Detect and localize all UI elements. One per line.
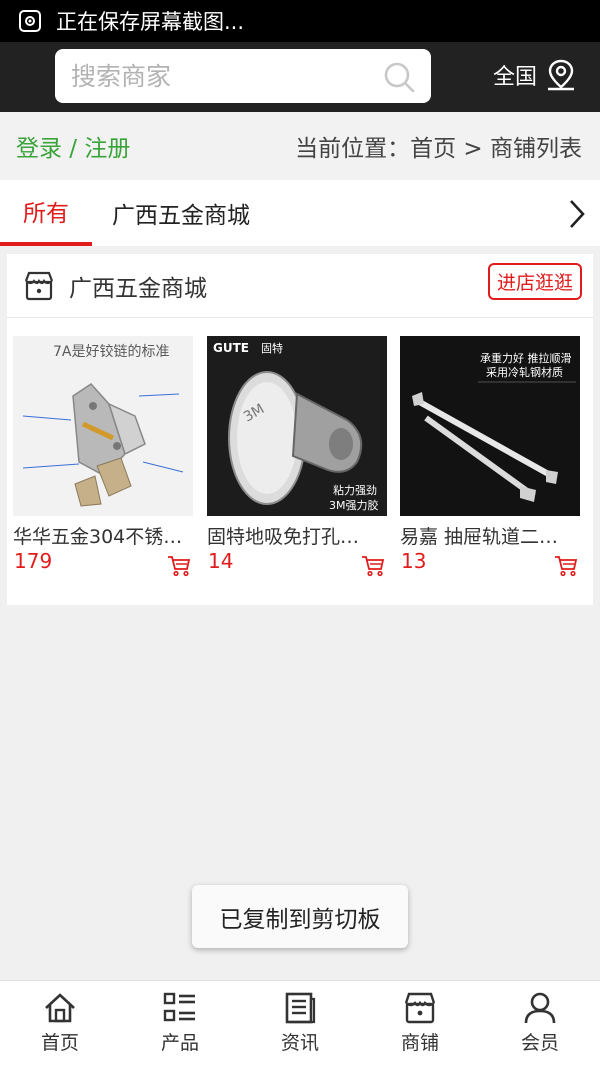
add-to-cart-icon[interactable]: [167, 555, 191, 577]
product-item[interactable]: GUTE 固特 3M 粘力强劲 3M强力胶 固特地吸免打孔… 14: [207, 336, 387, 577]
nav-products-label: 产品: [160, 1032, 199, 1054]
search-input[interactable]: [71, 61, 371, 91]
product-item[interactable]: 7A是好铰链的标准 华华五金304不锈… 179: [13, 336, 193, 577]
tab-guangxi-hardware[interactable]: 广西五金商城: [112, 180, 250, 246]
product-image-drawer-rail[interactable]: 承重力好 推拉顺滑 采用冷轧钢材质: [400, 336, 580, 516]
hinge-image-caption: 7A是好铰链的标准: [53, 344, 169, 360]
nav-member-label: 会员: [520, 1032, 559, 1054]
product-item[interactable]: 承重力好 推拉顺滑 采用冷轧钢材质 易嘉 抽屉轨道二… 13: [400, 336, 580, 577]
product-price: 179: [14, 549, 53, 573]
header: 全国: [0, 42, 600, 112]
status-bar: 正在保存屏幕截图...: [0, 0, 600, 42]
search-box[interactable]: [55, 49, 431, 103]
nav-stores-label: 商铺: [400, 1032, 439, 1054]
search-icon[interactable]: [383, 61, 415, 93]
product-list: 7A是好铰链的标准 华华五金304不锈… 179 GUTE 固特 3M 粘力强劲…: [7, 336, 593, 586]
chevron-right-icon[interactable]: [568, 198, 586, 230]
crumb-bar: 登录 / 注册 当前位置：首页 > 商铺列表: [0, 112, 600, 180]
user-icon: [524, 992, 556, 1024]
nav-news[interactable]: 资讯: [240, 981, 360, 1067]
store-icon: [24, 271, 54, 300]
nav-products[interactable]: 产品: [120, 981, 240, 1067]
add-to-cart-icon[interactable]: [361, 555, 385, 577]
product-image-hinge[interactable]: 7A是好铰链的标准: [13, 336, 193, 516]
product-name[interactable]: 固特地吸免打孔…: [207, 522, 387, 549]
tab-all[interactable]: 所有: [0, 180, 92, 246]
status-text: 正在保存屏幕截图...: [56, 10, 245, 34]
visit-store-button[interactable]: 进店逛逛: [487, 263, 582, 300]
nav-home[interactable]: 首页: [0, 981, 120, 1067]
product-image-door-stop[interactable]: GUTE 固特 3M 粘力强劲 3M强力胶: [207, 336, 387, 516]
login-register-link[interactable]: 登录 / 注册: [16, 129, 130, 163]
shop-card: 广西五金商城 进店逛逛 7A是好铰链的标准 华华五金304不锈… 179 GUT…: [7, 254, 593, 605]
region-selector[interactable]: 全国: [493, 58, 577, 92]
nav-news-label: 资讯: [280, 1032, 319, 1054]
door-stop-caption-1: 粘力强劲: [333, 483, 377, 497]
bottom-nav: 首页 产品 资讯 商铺 会员: [0, 980, 600, 1067]
nav-member[interactable]: 会员: [480, 981, 600, 1067]
location-pin-icon: [548, 59, 575, 91]
grid-list-icon: [163, 992, 195, 1022]
product-price: 13: [401, 549, 427, 573]
store-icon: [404, 992, 436, 1024]
nav-home-label: 首页: [40, 1032, 79, 1054]
breadcrumb: 当前位置：首页 > 商铺列表: [295, 136, 582, 162]
news-icon: [285, 992, 316, 1024]
rail-caption-2: 采用冷轧钢材质: [486, 365, 563, 379]
product-name[interactable]: 华华五金304不锈…: [13, 522, 193, 549]
gute-brand-logo: GUTE: [213, 341, 249, 355]
add-to-cart-icon[interactable]: [554, 555, 578, 577]
home-icon: [45, 993, 75, 1023]
gute-brand-cn: 固特: [261, 341, 283, 355]
shop-name: 广西五金商城: [69, 275, 207, 302]
nav-stores[interactable]: 商铺: [360, 981, 480, 1067]
screenshot-icon: [19, 10, 41, 32]
category-tabs: 所有 广西五金商城: [0, 180, 600, 246]
copied-toast: 已复制到剪切板: [192, 885, 408, 948]
door-stop-caption-2: 3M强力胶: [329, 498, 379, 512]
shop-header: 广西五金商城 进店逛逛: [7, 254, 593, 318]
product-price: 14: [208, 549, 234, 573]
rail-caption-1: 承重力好 推拉顺滑: [480, 351, 572, 365]
product-name[interactable]: 易嘉 抽屉轨道二…: [400, 522, 580, 549]
region-label: 全国: [493, 65, 538, 90]
